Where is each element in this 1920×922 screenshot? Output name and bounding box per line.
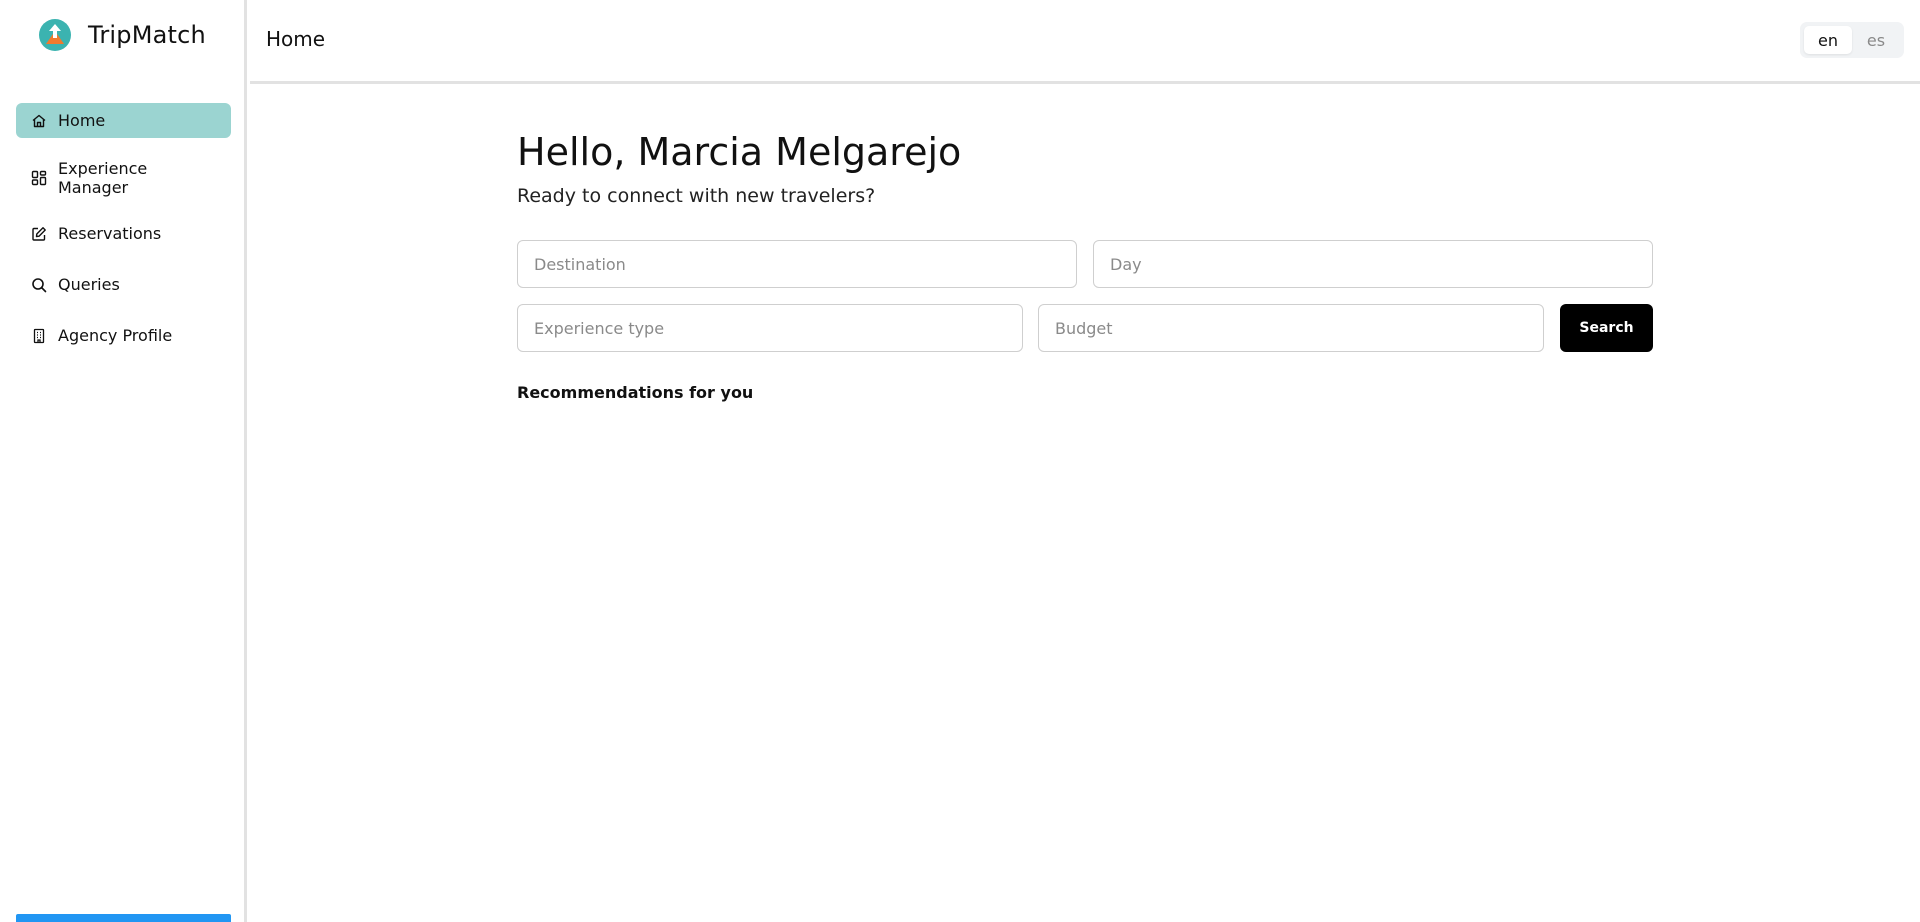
language-toggle: en es [1800, 22, 1904, 58]
edit-square-icon [30, 225, 48, 243]
sidebar-item-queries[interactable]: Queries [16, 267, 231, 302]
recommendations-heading: Recommendations for you [517, 383, 754, 402]
dashboard-grid-icon [30, 169, 48, 187]
search-icon [30, 276, 48, 294]
sidebar-item-reservations[interactable]: Reservations [16, 216, 231, 251]
sidebar-item-home[interactable]: Home [16, 103, 231, 138]
top-header: Home en es [250, 0, 1920, 84]
sidebar-nav: Home Experience Manager Reservations Que… [16, 103, 231, 369]
sidebar-bottom-button[interactable] [16, 914, 231, 922]
sidebar-item-label: Experience Manager [58, 159, 148, 197]
search-button[interactable]: Search [1560, 304, 1653, 352]
greeting-subtitle: Ready to connect with new travelers? [517, 185, 876, 207]
budget-input[interactable] [1038, 304, 1544, 352]
home-icon [30, 112, 48, 130]
page-title: Home [266, 27, 326, 51]
day-input[interactable] [1093, 240, 1653, 288]
brand[interactable]: TripMatch [38, 17, 206, 53]
greeting-heading: Hello, Marcia Melgarejo [517, 130, 962, 174]
app-root: TripMatch Home Experience Manager Reserv… [0, 0, 1920, 922]
experience-type-input[interactable] [517, 304, 1023, 352]
language-en-button[interactable]: en [1804, 26, 1852, 54]
sidebar-item-label: Reservations [58, 224, 162, 243]
sidebar-item-label: Queries [58, 275, 120, 294]
sidebar-item-label: Agency Profile [58, 326, 173, 345]
sidebar-item-experience-manager[interactable]: Experience Manager [16, 154, 231, 202]
sidebar-item-label: Home [58, 111, 106, 130]
brand-name: TripMatch [88, 21, 206, 49]
destination-input[interactable] [517, 240, 1077, 288]
sidebar-item-agency-profile[interactable]: Agency Profile [16, 318, 231, 353]
language-es-button[interactable]: es [1852, 26, 1900, 54]
tripmatch-logo-icon [39, 19, 71, 51]
building-icon [30, 327, 48, 345]
sidebar: TripMatch Home Experience Manager Reserv… [0, 0, 247, 922]
